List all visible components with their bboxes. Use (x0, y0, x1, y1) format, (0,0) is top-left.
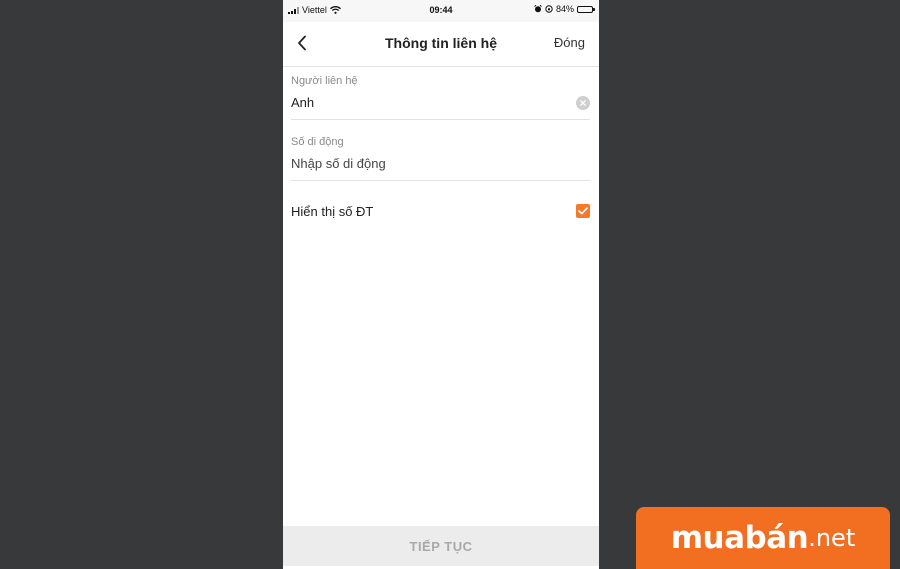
continue-button[interactable]: TIẾP TỤC (283, 526, 599, 566)
show-phone-row: Hiển thị số ĐT (291, 200, 590, 224)
page-title: Thông tin liên hệ (385, 35, 497, 51)
brand-tld: .net (808, 524, 856, 552)
checkmark-icon (578, 207, 588, 215)
orientation-lock-icon (545, 5, 553, 13)
mobile-number-input[interactable] (291, 156, 561, 171)
status-right: 84% (534, 4, 595, 14)
phone-screen: Viettel 09:44 84% Thông tin liên hệ Đóng… (283, 0, 599, 569)
clear-icon (580, 100, 586, 106)
status-bar: Viettel 09:44 84% (283, 0, 599, 22)
show-phone-label: Hiển thị số ĐT (291, 204, 374, 219)
mobile-number-label: Số di động (291, 136, 344, 148)
brand-name: muabán (670, 520, 809, 556)
alarm-icon (534, 5, 542, 13)
contact-person-input[interactable] (291, 95, 561, 110)
mobile-number-field: Số di động (291, 136, 590, 181)
contact-person-label: Người liên hệ (291, 75, 358, 87)
show-phone-checkbox[interactable] (576, 204, 590, 218)
clear-button[interactable] (576, 96, 590, 110)
nav-bar: Thông tin liên hệ Đóng (283, 22, 599, 67)
close-button[interactable]: Đóng (554, 35, 585, 50)
battery-icon (577, 5, 595, 13)
battery-percent: 84% (555, 4, 574, 14)
contact-person-field: Người liên hệ (291, 75, 590, 120)
brand-logo: muabán .net (636, 507, 890, 569)
